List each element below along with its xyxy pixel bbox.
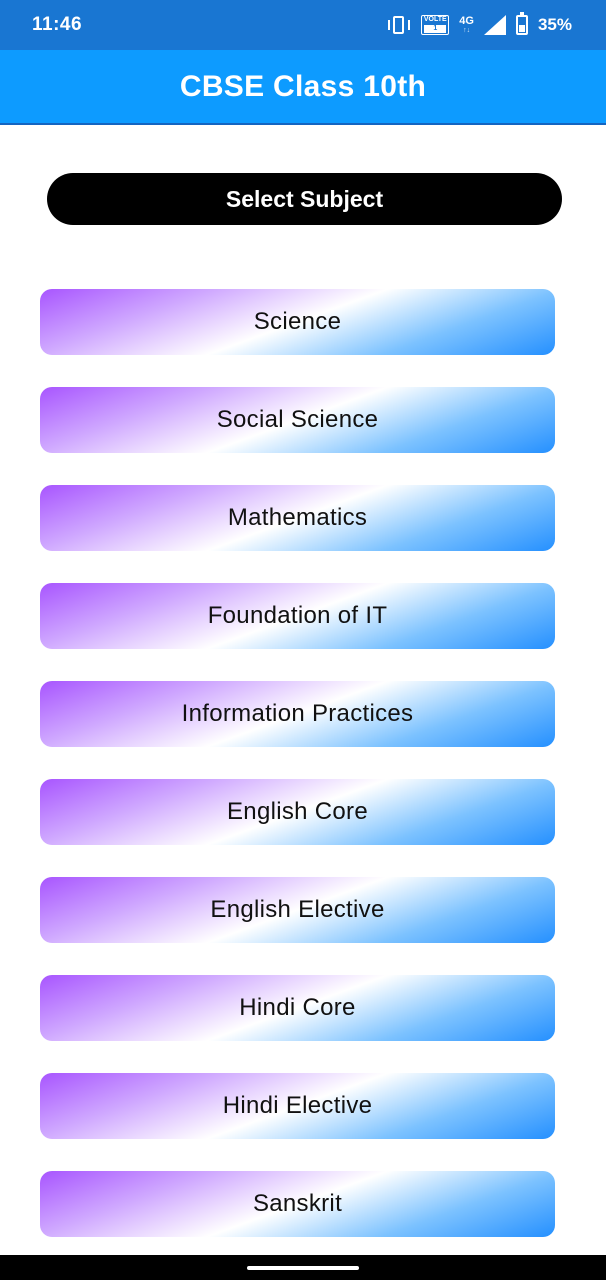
subject-button-english-elective[interactable]: English Elective	[40, 877, 555, 943]
volte-sub-label: 1	[424, 25, 447, 33]
home-gesture-handle[interactable]	[247, 1265, 359, 1270]
network-4g-icon: 4G ↑↓	[459, 15, 474, 35]
subject-button-hindi-elective[interactable]: Hindi Elective	[40, 1073, 555, 1139]
subject-label: English Elective	[210, 896, 385, 923]
select-subject-label: Select Subject	[225, 185, 384, 212]
volte-label: VOLTE	[423, 16, 447, 23]
subject-label: English Core	[226, 798, 368, 825]
navigation-bar	[0, 1255, 606, 1280]
signal-icon	[483, 15, 506, 35]
subject-button-hindi-core[interactable]: Hindi Core	[40, 975, 555, 1041]
battery-percent: 35%	[537, 15, 572, 34]
subject-label: Foundation of IT	[207, 602, 388, 629]
select-subject-header: Select Subject	[47, 173, 562, 225]
status-icons: VOLTE 1 4G ↑↓ 35%	[387, 12, 572, 35]
vibrate-icon	[387, 15, 411, 35]
app-bar: CBSE Class 10th	[0, 50, 606, 125]
subject-button-sanskrit[interactable]: Sanskrit	[40, 1171, 555, 1237]
volte-icon: VOLTE 1	[421, 15, 450, 35]
subject-button-english-core[interactable]: English Core	[40, 779, 555, 845]
subject-label: Social Science	[216, 406, 379, 433]
subject-label: Information Practices	[181, 700, 414, 727]
subject-button-mathematics[interactable]: Mathematics	[40, 485, 555, 551]
status-bar: 11:46 VOLTE 1 4G ↑↓ 35%	[0, 0, 606, 50]
subject-list: Science Social Science Mathematics Found…	[40, 289, 555, 1269]
network-label: 4G	[459, 15, 474, 27]
subject-label: Hindi Core	[239, 994, 356, 1021]
subject-button-science[interactable]: Science	[40, 289, 555, 355]
subject-label: Sanskrit	[252, 1190, 343, 1217]
subject-label: Hindi Elective	[222, 1092, 373, 1119]
page-title: CBSE Class 10th	[179, 69, 427, 103]
status-time: 11:46	[32, 14, 83, 35]
subject-label: Science	[253, 308, 342, 335]
subject-button-foundation-of-it[interactable]: Foundation of IT	[40, 583, 555, 649]
subject-button-social-science[interactable]: Social Science	[40, 387, 555, 453]
battery-icon	[515, 12, 528, 35]
subject-label: Mathematics	[227, 504, 368, 531]
subject-button-information-practices[interactable]: Information Practices	[40, 681, 555, 747]
